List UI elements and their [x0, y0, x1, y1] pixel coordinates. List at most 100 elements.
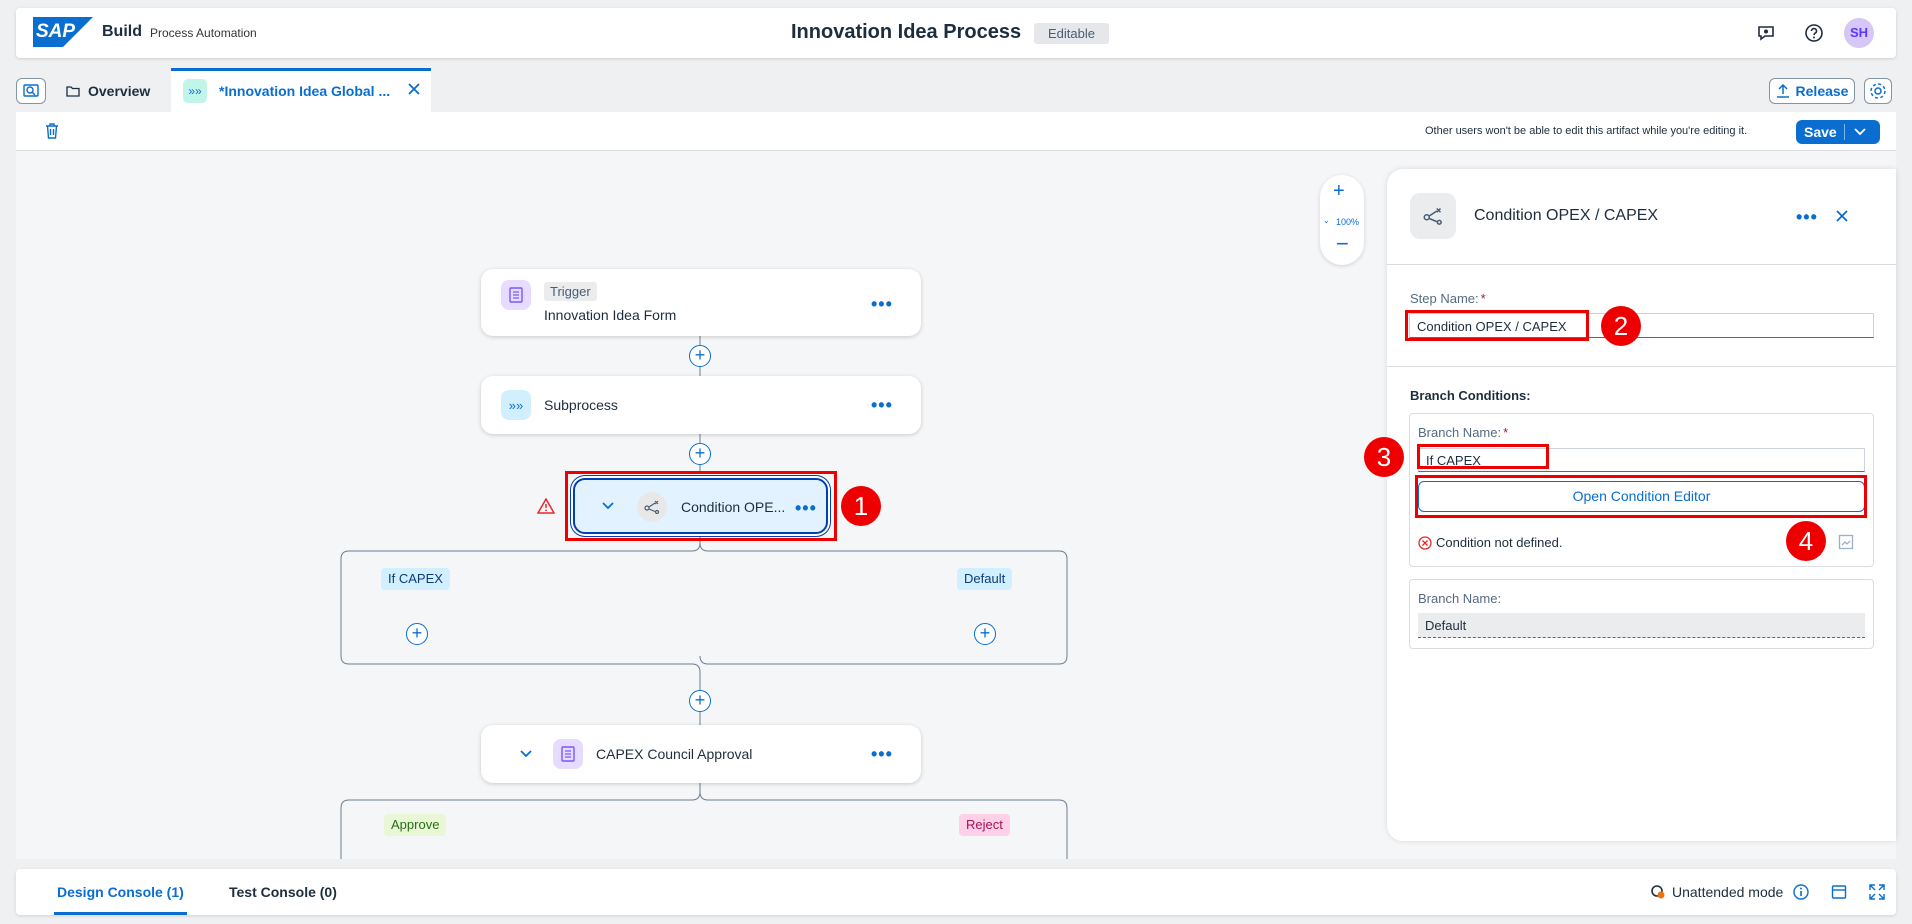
add-step-button[interactable]: + — [689, 443, 711, 465]
settings-button[interactable] — [1864, 78, 1892, 104]
outcome-label-approve[interactable]: Approve — [384, 814, 447, 836]
properties-panel: Condition OPEX / CAPEX ••• Step Name: * C… — [1364, 169, 1896, 841]
trigger-more-icon[interactable]: ••• — [871, 295, 893, 313]
tab-test-console[interactable]: Test Console (0) — [229, 869, 337, 915]
unattended-mode-label: Unattended mode — [1672, 884, 1784, 900]
delete-icon[interactable] — [45, 123, 59, 139]
add-step-button[interactable]: + — [406, 623, 428, 645]
tab-active-label: *Innovation Idea Global ... — [219, 83, 391, 99]
panel-title: Condition OPEX / CAPEX — [1474, 207, 1659, 224]
add-step-button[interactable]: + — [689, 690, 711, 712]
trigger-tag: Trigger — [544, 282, 597, 301]
panel-condition-icon — [1410, 193, 1456, 239]
product-subtitle: Process Automation — [150, 26, 257, 40]
design-console-label: Design Console (1) — [57, 884, 184, 900]
collapse-chevron-icon[interactable] — [520, 749, 532, 759]
test-console-label: Test Console (0) — [229, 884, 337, 900]
avatar[interactable]: SH — [1844, 18, 1874, 48]
required-mark: * — [1480, 291, 1486, 306]
tab-design-console[interactable]: Design Console (1) — [54, 869, 187, 915]
condition-error-text: Condition not defined. — [1436, 535, 1563, 550]
branch2-name-input: Default — [1418, 613, 1865, 638]
subprocess-node[interactable]: »» Subprocess ••• — [481, 376, 921, 434]
zoom-chevron-icon[interactable]: ⌄ — [1323, 216, 1330, 225]
sap-logo[interactable]: SAP — [33, 17, 93, 47]
sap-logo-text: SAP — [36, 21, 76, 42]
save-label: Save — [1804, 124, 1837, 140]
save-button[interactable]: Save — [1796, 120, 1880, 144]
error-icon — [1418, 536, 1432, 550]
subprocess-icon: »» — [501, 390, 531, 420]
console-bar: Design Console (1) Test Console (0) Unat… — [16, 869, 1896, 915]
divider — [1387, 264, 1896, 265]
step-name-label: Step Name: * — [1410, 291, 1486, 306]
condition-preview-icon[interactable] — [1838, 534, 1854, 550]
annotation-marker-4: 4 — [1786, 521, 1826, 561]
branch-card-2: Branch Name: Default — [1409, 579, 1874, 649]
divider — [1387, 366, 1896, 367]
panel-close-icon[interactable] — [1835, 209, 1849, 223]
tab-overview[interactable]: Overview — [66, 70, 150, 112]
status-badge: Editable — [1034, 23, 1109, 44]
release-button[interactable]: Release — [1769, 78, 1855, 104]
outcome-label-reject[interactable]: Reject — [959, 814, 1010, 836]
subprocess-tab-icon: »» — [183, 79, 207, 103]
branch-label-default[interactable]: Default — [957, 568, 1013, 590]
annotation-box-1 — [565, 471, 837, 541]
form-icon — [501, 280, 531, 310]
step-name-label-text: Step Name: — [1410, 291, 1479, 306]
folder-icon — [66, 86, 80, 97]
required-mark: * — [1503, 425, 1509, 440]
annotation-box-3 — [1417, 444, 1549, 469]
annotation-marker-1: 1 — [841, 486, 881, 526]
editor-toolbar: Other users won't be able to edit this a… — [16, 112, 1896, 151]
branch2-name-label: Branch Name: — [1418, 591, 1502, 606]
trigger-name: Innovation Idea Form — [544, 307, 677, 323]
zoom-control: + ⌄ 100% − — [1320, 175, 1364, 265]
tab-bar: Overview »» *Innovation Idea Global ... … — [16, 68, 1896, 112]
help-icon[interactable] — [1804, 23, 1824, 43]
annotation-box-4-button — [1415, 475, 1867, 518]
branch-name-label: Branch Name: * — [1418, 425, 1508, 440]
branch-name-label-text: Branch Name: — [1418, 425, 1502, 440]
product-name: Build — [102, 23, 142, 40]
approval-label: CAPEX Council Approval — [596, 746, 753, 762]
trigger-node[interactable]: Trigger Innovation Idea Form ••• — [481, 269, 921, 336]
page-title: Innovation Idea Process — [791, 21, 1022, 43]
info-icon[interactable] — [1793, 884, 1809, 900]
gear-icon — [1870, 83, 1886, 99]
unattended-mode-icon — [1651, 885, 1665, 899]
release-label: Release — [1795, 83, 1849, 99]
avatar-initials: SH — [1849, 25, 1869, 40]
tab-active-process[interactable]: »» *Innovation Idea Global ... — [171, 68, 431, 112]
approval-more-icon[interactable]: ••• — [871, 745, 893, 763]
form-icon — [553, 739, 583, 769]
feedback-icon[interactable] — [1756, 23, 1776, 43]
upload-icon — [1776, 84, 1789, 98]
tab-overview-label: Overview — [88, 83, 151, 99]
annotation-box-2 — [1405, 310, 1589, 341]
approval-node[interactable]: CAPEX Council Approval ••• — [481, 725, 921, 783]
add-step-button[interactable]: + — [974, 623, 996, 645]
search-artifact-button[interactable] — [16, 78, 46, 104]
close-tab-icon[interactable] — [407, 82, 421, 96]
warning-icon — [537, 498, 555, 514]
dock-panel-icon[interactable] — [1831, 884, 1847, 900]
fullscreen-icon[interactable] — [1869, 884, 1885, 900]
edit-lock-notice: Other users won't be able to edit this a… — [1425, 125, 1748, 137]
zoom-level[interactable]: 100% — [1336, 217, 1359, 227]
chevron-down-icon[interactable] — [1854, 127, 1866, 137]
zoom-out-button[interactable]: − — [1336, 231, 1349, 257]
branch-label-if-capex[interactable]: If CAPEX — [381, 568, 450, 590]
shell-bar: SAP Build Process Automation Innovation … — [16, 8, 1896, 58]
subprocess-label: Subprocess — [544, 397, 618, 413]
add-step-button[interactable]: + — [689, 345, 711, 367]
panel-more-icon[interactable]: ••• — [1796, 208, 1818, 226]
save-divider — [1844, 124, 1845, 140]
zoom-in-button[interactable]: + — [1333, 180, 1345, 203]
annotation-marker-3: 3 — [1364, 437, 1404, 477]
branch-conditions-heading: Branch Conditions: — [1410, 388, 1531, 403]
branch2-name-value: Default — [1425, 618, 1467, 633]
subprocess-more-icon[interactable]: ••• — [871, 396, 893, 414]
annotation-marker-2: 2 — [1601, 306, 1641, 346]
